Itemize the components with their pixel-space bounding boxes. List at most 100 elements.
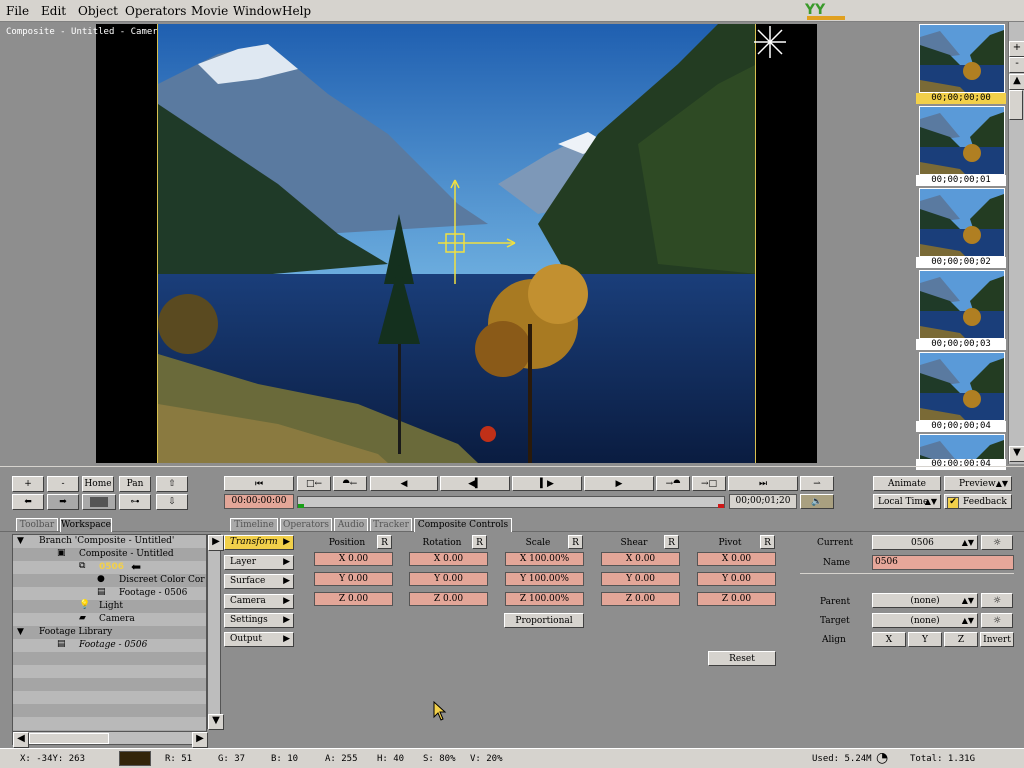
thumbnail-scroll-thumb[interactable] xyxy=(1009,90,1023,120)
tab-operators[interactable]: Operators xyxy=(280,518,332,531)
parent-dropdown[interactable]: (none) ▲▼ xyxy=(872,593,978,608)
timeline-slider[interactable] xyxy=(297,496,725,508)
go-to-start-button[interactable]: ⏮ xyxy=(224,476,294,491)
back-button[interactable]: ⬅ xyxy=(12,494,44,510)
forward-button[interactable]: ➡ xyxy=(47,494,79,510)
thumbnail-frame[interactable] xyxy=(919,24,1005,93)
expand-icon[interactable]: ▼ xyxy=(17,627,24,637)
transform-value-field[interactable]: Y 0.00 xyxy=(409,572,488,586)
reset-column-button[interactable]: R xyxy=(664,535,679,549)
transform-value-field[interactable]: X 0.00 xyxy=(314,552,393,566)
up-level-button[interactable]: ⇧ xyxy=(156,476,188,492)
menu-edit[interactable]: Edit xyxy=(41,4,66,18)
transform-value-field[interactable]: Y 0.00 xyxy=(601,572,680,586)
menu-window[interactable]: Window xyxy=(233,4,282,18)
tree-row[interactable]: ▰ Camera xyxy=(13,613,206,626)
transform-value-field[interactable]: Z 100.00% xyxy=(505,592,584,606)
tree-row[interactable]: ▣ Composite - Untitled xyxy=(13,548,206,561)
target-dropdown[interactable]: (none) ▲▼ xyxy=(872,613,978,628)
thumbnail-frame[interactable] xyxy=(919,434,1005,462)
tab-timeline[interactable]: Timeline xyxy=(230,518,278,531)
tree-vscrollbar[interactable]: ▶ ▼ xyxy=(207,534,224,730)
name-input[interactable]: 0506 xyxy=(872,555,1014,570)
menu-help[interactable]: Help xyxy=(282,4,311,18)
step-back-button[interactable]: ◀ xyxy=(370,476,438,491)
thumbnail-frame[interactable] xyxy=(919,352,1005,421)
section-layer[interactable]: Layer ▶ xyxy=(224,555,294,570)
play-reverse-button[interactable]: ◀▍ xyxy=(440,476,510,491)
parent-pick-button[interactable]: ☼ xyxy=(981,593,1013,608)
menu-object[interactable]: Object xyxy=(78,4,118,18)
transform-value-field[interactable]: Z 0.00 xyxy=(697,592,776,606)
down-level-button[interactable]: ⇩ xyxy=(156,494,188,510)
start-time-field[interactable]: 00:00:00:00 xyxy=(224,494,294,509)
tree-row[interactable]: ▤ Footage - 0506 xyxy=(13,587,206,600)
tree-hscrollbar[interactable]: ◀ ▶ xyxy=(12,731,208,748)
workspace-tree[interactable]: ▼ Branch 'Composite - Untitled' ▣ Composit… xyxy=(12,534,207,732)
proportional-button[interactable]: Proportional xyxy=(504,613,584,628)
local-time-dropdown[interactable]: Local Time ▲▼ xyxy=(873,494,941,509)
transform-value-field[interactable]: X 100.00% xyxy=(505,552,584,566)
section-camera[interactable]: Camera ▶ xyxy=(224,594,294,609)
transform-value-field[interactable]: Y 100.00% xyxy=(505,572,584,586)
current-pick-button[interactable]: ☼ xyxy=(981,535,1013,550)
expand-icon[interactable]: ▼ xyxy=(17,536,24,546)
align-invert-button[interactable]: Invert xyxy=(980,632,1014,647)
connect-button[interactable]: ⊶ xyxy=(119,494,151,510)
scroll-left-icon[interactable]: ◀ xyxy=(13,732,29,748)
step-forward-button[interactable]: ▶ xyxy=(584,476,654,491)
pan-button[interactable]: Pan xyxy=(119,476,151,492)
section-settings[interactable]: Settings ▶ xyxy=(224,613,294,628)
footage-image[interactable] xyxy=(157,24,756,463)
section-surface[interactable]: Surface ▶ xyxy=(224,574,294,589)
tab-composite-controls[interactable]: Composite Controls xyxy=(414,518,512,532)
previous-key-button[interactable]: ⯊← xyxy=(333,476,367,491)
reset-button[interactable]: Reset xyxy=(708,651,776,666)
reset-column-button[interactable]: R xyxy=(568,535,583,549)
transform-value-field[interactable]: Z 0.00 xyxy=(601,592,680,606)
align-x-button[interactable]: X xyxy=(872,632,906,647)
tree-row-selected[interactable]: ⧉ 0506 ⬅ xyxy=(13,560,206,574)
align-z-button[interactable]: Z xyxy=(944,632,978,647)
target-pick-button[interactable]: ☼ xyxy=(981,613,1013,628)
tree-row[interactable]: ● Discreet Color Cor xyxy=(13,574,206,587)
zoom-minus-button[interactable]: - xyxy=(47,476,79,492)
tab-workspace[interactable]: Workspace xyxy=(60,518,112,532)
transform-value-field[interactable]: X 0.00 xyxy=(601,552,680,566)
go-to-end-button[interactable]: ⏭ xyxy=(728,476,798,491)
zoom-in-button[interactable]: + xyxy=(1009,41,1024,57)
preview-dropdown[interactable]: Preview ▲▼ xyxy=(944,476,1012,491)
zoom-out-button[interactable]: - xyxy=(1009,57,1024,73)
transform-value-field[interactable]: Z 0.00 xyxy=(409,592,488,606)
align-y-button[interactable]: Y xyxy=(908,632,942,647)
set-in-point-button[interactable]: □← xyxy=(297,476,331,491)
scroll-up-icon[interactable]: ▲ xyxy=(1009,74,1024,90)
play-forward-button[interactable]: ▍▶ xyxy=(512,476,582,491)
reset-column-button[interactable]: R xyxy=(377,535,392,549)
tree-hscroll-thumb[interactable] xyxy=(29,733,109,744)
tab-toolbar[interactable]: Toolbar xyxy=(16,518,58,531)
scroll-down-icon[interactable]: ▼ xyxy=(1009,446,1024,462)
scroll-down-icon[interactable]: ▼ xyxy=(208,714,224,730)
menu-operators[interactable]: Operators xyxy=(125,4,186,18)
tab-audio[interactable]: Audio xyxy=(334,518,368,531)
menu-file[interactable]: File xyxy=(6,4,29,18)
color-select-button[interactable] xyxy=(82,494,116,510)
section-output[interactable]: Output ▶ xyxy=(224,632,294,647)
zoom-plus-button[interactable]: + xyxy=(12,476,44,492)
next-key-button[interactable]: →⯊ xyxy=(656,476,690,491)
menu-movie[interactable]: Movie xyxy=(191,4,228,18)
tree-row[interactable]: 💡 Light xyxy=(13,600,206,613)
current-dropdown[interactable]: 0506 ▲▼ xyxy=(872,535,978,550)
loop-button[interactable]: ⇀ xyxy=(800,476,834,491)
scroll-right-icon[interactable]: ▶ xyxy=(192,732,208,748)
end-time-field[interactable]: 00;00;01;20 xyxy=(729,494,797,509)
transform-value-field[interactable]: Y 0.00 xyxy=(697,572,776,586)
reset-column-button[interactable]: R xyxy=(472,535,487,549)
animate-button[interactable]: Animate xyxy=(873,476,941,491)
home-button[interactable]: Home xyxy=(82,476,114,492)
set-out-point-button[interactable]: →□ xyxy=(692,476,726,491)
feedback-checkbox[interactable]: ✔ Feedback xyxy=(944,494,1012,509)
thumbnail-frame[interactable] xyxy=(919,188,1005,257)
thumbnail-frame[interactable] xyxy=(919,106,1005,175)
